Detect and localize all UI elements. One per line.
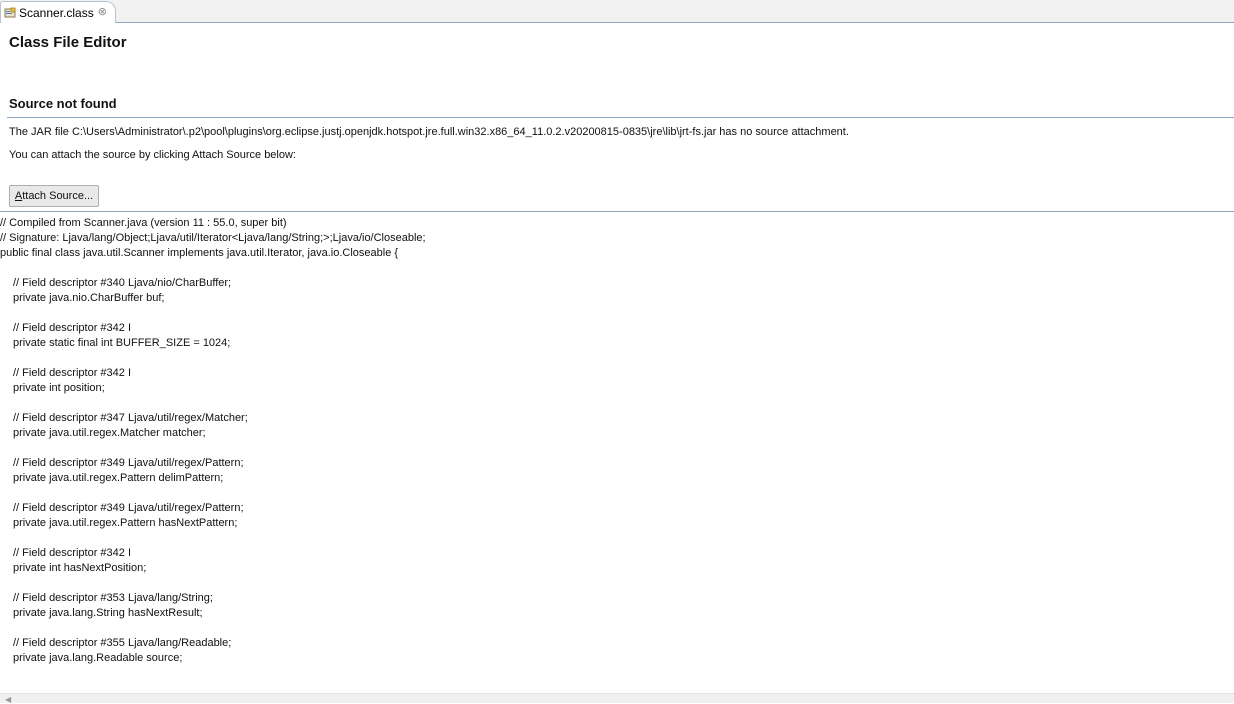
class-file-icon [4,7,16,19]
attach-source-mnemonic: A [14,190,23,202]
source-missing-message: The JAR file C:\Users\Administrator\.p2\… [9,126,849,138]
disassembled-code[interactable]: // Compiled from Scanner.java (version 1… [0,216,1234,666]
editor-tab-strip: Scanner.class ⊗ [0,0,1234,23]
code-line: private int hasNextPosition; [13,562,147,574]
section-divider [7,117,1234,118]
class-file-editor: Class File Editor Source not found The J… [0,23,1234,703]
code-line: // Field descriptor #349 Ljava/util/rege… [13,502,244,514]
tab-scanner-class[interactable]: Scanner.class ⊗ [0,1,116,23]
code-line: public final class java.util.Scanner imp… [0,247,399,259]
code-line: private java.nio.CharBuffer buf; [13,292,165,304]
code-divider [0,211,1234,212]
code-line: // Compiled from Scanner.java (version 1… [0,217,287,229]
code-line: // Field descriptor #353 Ljava/lang/Stri… [13,592,213,604]
code-line: // Field descriptor #342 I [13,547,132,559]
code-line: // Field descriptor #355 Ljava/lang/Read… [13,637,232,649]
code-line: private java.util.regex.Matcher matcher; [13,427,206,439]
tab-label: Scanner.class [19,5,94,20]
attach-source-button[interactable]: Attach Source... [9,185,99,207]
page-title: Class File Editor [9,34,127,51]
code-line: private static final int BUFFER_SIZE = 1… [13,337,231,349]
code-line: // Field descriptor #342 I [13,322,132,334]
code-line: private java.lang.String hasNextResult; [13,607,203,619]
code-line: private int position; [13,382,105,394]
close-icon[interactable]: ⊗ [98,7,107,18]
code-line: // Field descriptor #347 Ljava/util/rege… [13,412,248,424]
horizontal-scrollbar[interactable]: ◀ [0,693,1234,704]
attach-source-label: ttach Source... [22,190,94,202]
code-line: private java.util.regex.Pattern hasNextP… [13,517,238,529]
code-line: // Field descriptor #340 Ljava/nio/CharB… [13,277,232,289]
code-line: private java.util.regex.Pattern delimPat… [13,472,224,484]
code-line: // Field descriptor #349 Ljava/util/rege… [13,457,244,469]
section-title: Source not found [9,96,117,111]
code-line: // Signature: Ljava/lang/Object;Ljava/ut… [0,232,426,244]
code-line: // Field descriptor #342 I [13,367,132,379]
attach-hint-message: You can attach the source by clicking At… [9,149,296,161]
code-line: private java.lang.Readable source; [13,652,183,664]
